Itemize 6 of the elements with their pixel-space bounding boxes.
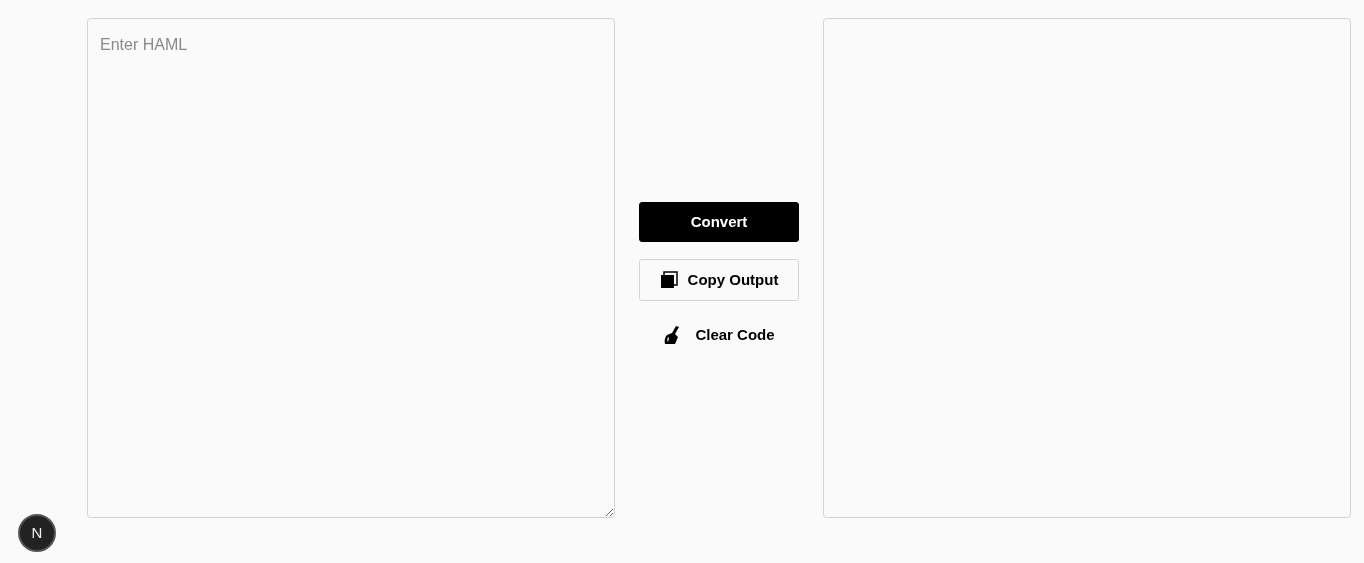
copy-icon <box>659 271 678 289</box>
dev-indicator-badge[interactable]: N <box>18 514 56 552</box>
copy-button[interactable]: Copy Output <box>639 259 799 301</box>
convert-button[interactable]: Convert <box>639 202 799 242</box>
clear-button[interactable]: Clear Code <box>639 318 799 352</box>
haml-input-field[interactable]: Enter HAML <box>87 18 615 518</box>
